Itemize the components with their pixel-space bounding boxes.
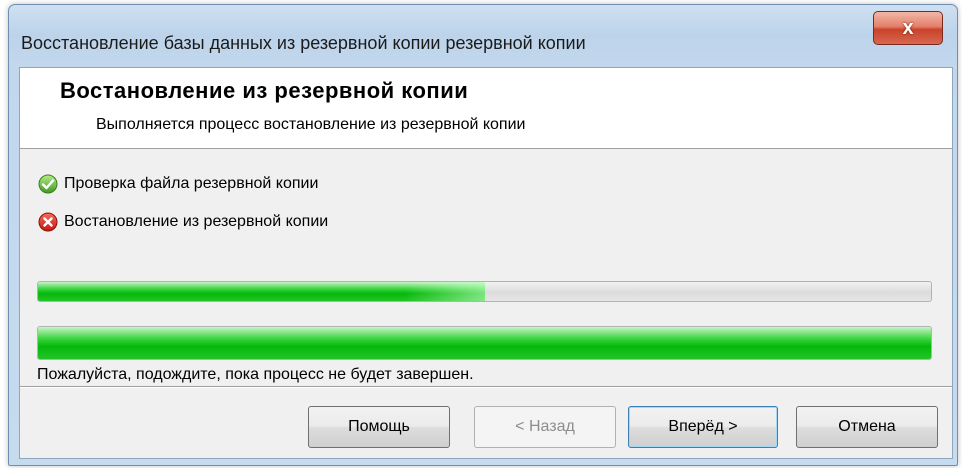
step-verify-file-label: Проверка файла резервной копии [64,175,319,192]
step-restore: Востановление из резервной копии [38,212,328,232]
error-icon [38,212,58,232]
next-button[interactable]: Вперёд > [628,406,778,448]
dialog-window: Восстановление базы данных из резервной … [8,4,958,466]
step-progress-bar [37,281,932,302]
button-area-separator [20,386,952,388]
close-icon: x [902,16,914,39]
step-progress-fill [38,282,485,301]
status-text: Пожалуйста, подождите, пока процесс не б… [37,366,474,383]
check-icon [38,174,58,194]
back-button[interactable]: < Назад [474,406,616,448]
step-verify-file: Проверка файла резервной копии [38,174,318,194]
overall-progress-bar [37,326,932,360]
help-button[interactable]: Помощь [308,406,450,448]
cancel-button[interactable]: Отмена [796,406,938,448]
close-button[interactable]: x [873,11,943,45]
window-title: Восстановление базы данных из резервной … [21,33,586,53]
wizard-header-subtitle: Выполняется процесс востановление из рез… [96,116,526,133]
overall-progress-fill [38,327,931,359]
step-restore-label: Востановление из резервной копии [64,213,329,230]
wizard-header: Востановление из резервной копии Выполня… [20,68,952,149]
wizard-header-title: Востановление из резервной копии [60,78,469,103]
dialog-client-area: Востановление из резервной копии Выполня… [19,67,953,459]
